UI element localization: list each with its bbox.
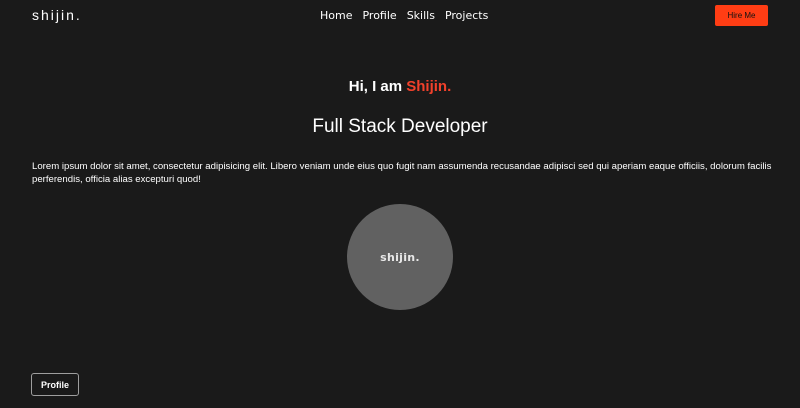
profile-button[interactable]: Profile xyxy=(31,373,79,396)
nav-link-projects[interactable]: Projects xyxy=(445,9,488,22)
hero-description: Lorem ipsum dolor sit amet, consectetur … xyxy=(32,161,772,185)
site-logo[interactable]: shijin. xyxy=(32,7,82,23)
nav-link-home[interactable]: Home xyxy=(320,9,352,22)
hero-role: Full Stack Developer xyxy=(312,116,488,137)
avatar: shijin. xyxy=(347,204,453,310)
nav-link-profile[interactable]: Profile xyxy=(362,9,396,22)
greeting-name: Shijin. xyxy=(406,78,452,95)
hero-greeting: Hi, I am Shijin. xyxy=(0,78,800,95)
hire-me-button[interactable]: Hire Me xyxy=(715,5,768,26)
navbar: shijin. Home Profile Skills Projects Hir… xyxy=(0,0,800,34)
nav-links: Home Profile Skills Projects xyxy=(320,9,488,22)
greeting-prefix: Hi, I am xyxy=(348,78,407,95)
avatar-logo-text: shijin. xyxy=(380,250,420,264)
nav-link-skills[interactable]: Skills xyxy=(407,9,435,22)
